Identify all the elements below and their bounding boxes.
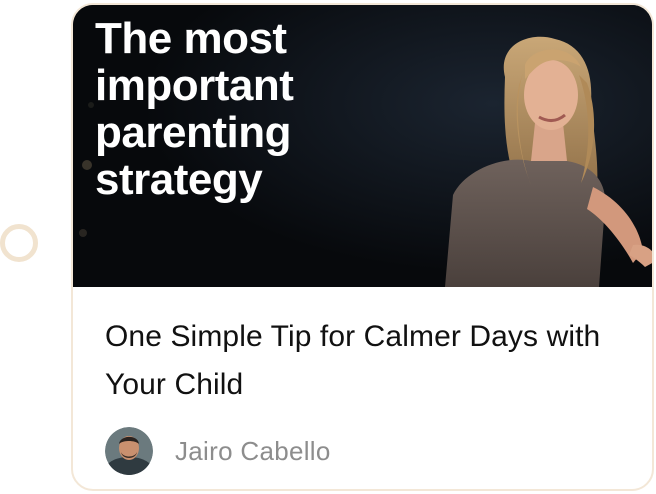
video-title[interactable]: One Simple Tip for Calmer Days with Your… (105, 313, 622, 409)
card-body: One Simple Tip for Calmer Days with Your… (105, 313, 622, 409)
page: The most important parenting strategy On… (0, 0, 656, 494)
person-avatar-icon (105, 427, 153, 475)
video-thumbnail[interactable]: The most important parenting strategy (73, 5, 652, 287)
author-byline[interactable]: Jairo Cabello (105, 427, 331, 475)
timeline-marker (0, 224, 38, 262)
author-avatar[interactable] (105, 427, 153, 475)
author-name[interactable]: Jairo Cabello (175, 436, 331, 467)
video-card[interactable]: The most important parenting strategy On… (71, 3, 654, 491)
thumbnail-caption: The most important parenting strategy (95, 14, 294, 204)
